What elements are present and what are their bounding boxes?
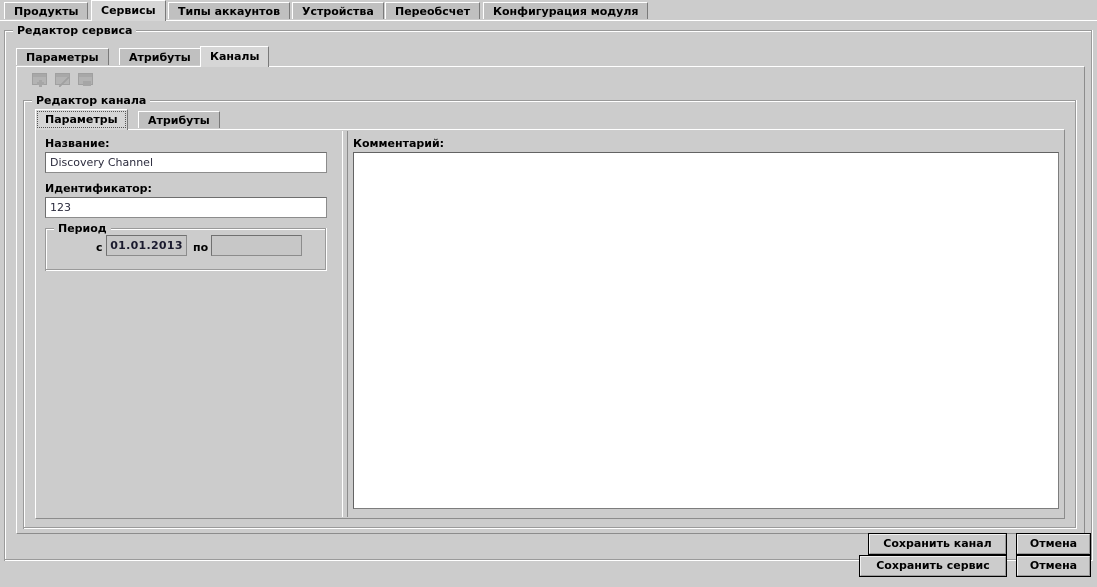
group-border-left-hl [5,31,6,560]
period-to-label: по [193,241,209,254]
edit-window-icon [55,73,70,87]
tab-devices[interactable]: Устройства [292,2,384,19]
cancel-channel-button[interactable]: Отмена [1016,533,1091,555]
cancel-service-label: Отмена [1029,559,1078,572]
identifier-input[interactable] [45,197,327,218]
delete-channel-button[interactable] [77,72,95,88]
tab-module-config-label: Конфигурация модуля [493,5,639,18]
channel-group-border-left-hl [24,101,25,528]
tab-service-attributes-label: Атрибуты [129,51,191,64]
period-title: Период [54,222,111,235]
channel-tabstrip: Параметры Атрибуты [35,109,1065,130]
channel-group-border-top-hl [23,101,1075,102]
add-window-icon [32,73,47,87]
tab-module-config[interactable]: Конфигурация модуля [483,2,649,19]
name-input[interactable] [45,152,327,173]
tab-service-channels[interactable]: Каналы [200,46,270,67]
channel-editor-group: Редактор канала Параметры Атрибуты Назва… [23,91,1077,529]
tab-account-types[interactable]: Типы аккаунтов [168,2,291,19]
save-channel-label: Сохранить канал [883,537,992,550]
tab-recalculation[interactable]: Переобсчет [385,2,481,19]
save-service-label: Сохранить сервис [876,559,990,572]
cancel-service-button[interactable]: Отмена [1016,555,1091,577]
tab-channel-attributes-label: Атрибуты [148,114,210,127]
channel-group-border-bottom-hl [24,528,1077,529]
channel-left-pane: Название: Идентификатор: Пер [37,131,341,517]
tab-products[interactable]: Продукты [4,2,89,19]
edit-channel-button[interactable] [54,72,72,88]
identifier-label: Идентификатор: [45,182,152,195]
service-editor-group: Редактор сервиса Параметры Атрибуты Кана… [4,21,1093,561]
period-from-label: с [96,241,103,254]
save-channel-button[interactable]: Сохранить канал [868,533,1007,555]
tab-service-channels-label: Каналы [210,50,260,63]
period-from-field[interactable]: 01.01.2013 [106,235,187,256]
tab-services-label: Сервисы [101,4,156,17]
group-border-right-hl [1092,30,1093,561]
tab-channel-parameters-label: Параметры [45,113,118,126]
tab-recalculation-label: Переобсчет [395,5,471,18]
service-action-bar: Сохранить сервис Отмена [4,555,1093,587]
tab-service-attributes[interactable]: Атрибуты [119,48,201,65]
period-border-left-hl [46,229,47,270]
tab-service-parameters[interactable]: Параметры [16,48,109,65]
tab-products-label: Продукты [14,5,79,18]
channels-panel: Редактор канала Параметры Атрибуты Назва… [16,66,1091,555]
channel-parameters-panel: Название: Идентификатор: Пер [35,129,1065,519]
channel-group-border-right-hl [1076,100,1077,529]
main-tabstrip: Продукты Сервисы Типы аккаунтов Устройст… [0,0,1097,21]
tab-devices-label: Устройства [302,5,374,18]
channel-right-pane: Комментарий: [349,131,1063,517]
cancel-channel-label: Отмена [1029,537,1078,550]
period-group: Период с 01.01.2013 по [45,219,327,271]
delete-window-icon [78,73,93,86]
group-border-top-hl [4,31,1091,32]
tab-channel-parameters[interactable]: Параметры [35,109,128,130]
name-label: Название: [45,137,110,150]
tab-account-types-label: Типы аккаунтов [178,5,281,18]
comment-textarea[interactable] [353,152,1059,509]
tab-service-parameters-label: Параметры [26,51,99,64]
tab-services[interactable]: Сервисы [91,0,166,21]
period-border-right-hl [326,228,327,271]
comment-label: Комментарий: [353,137,445,150]
period-border-bottom-hl [46,270,327,271]
split-divider[interactable] [342,131,348,517]
add-channel-button[interactable] [31,72,49,88]
save-service-button[interactable]: Сохранить сервис [859,555,1007,577]
service-tabstrip: Параметры Атрибуты Каналы [16,46,1085,67]
period-to-field[interactable] [211,235,302,256]
channel-editor-title: Редактор канала [32,94,151,107]
tab-channel-attributes[interactable]: Атрибуты [138,111,220,128]
service-editor-title: Редактор сервиса [13,24,137,37]
